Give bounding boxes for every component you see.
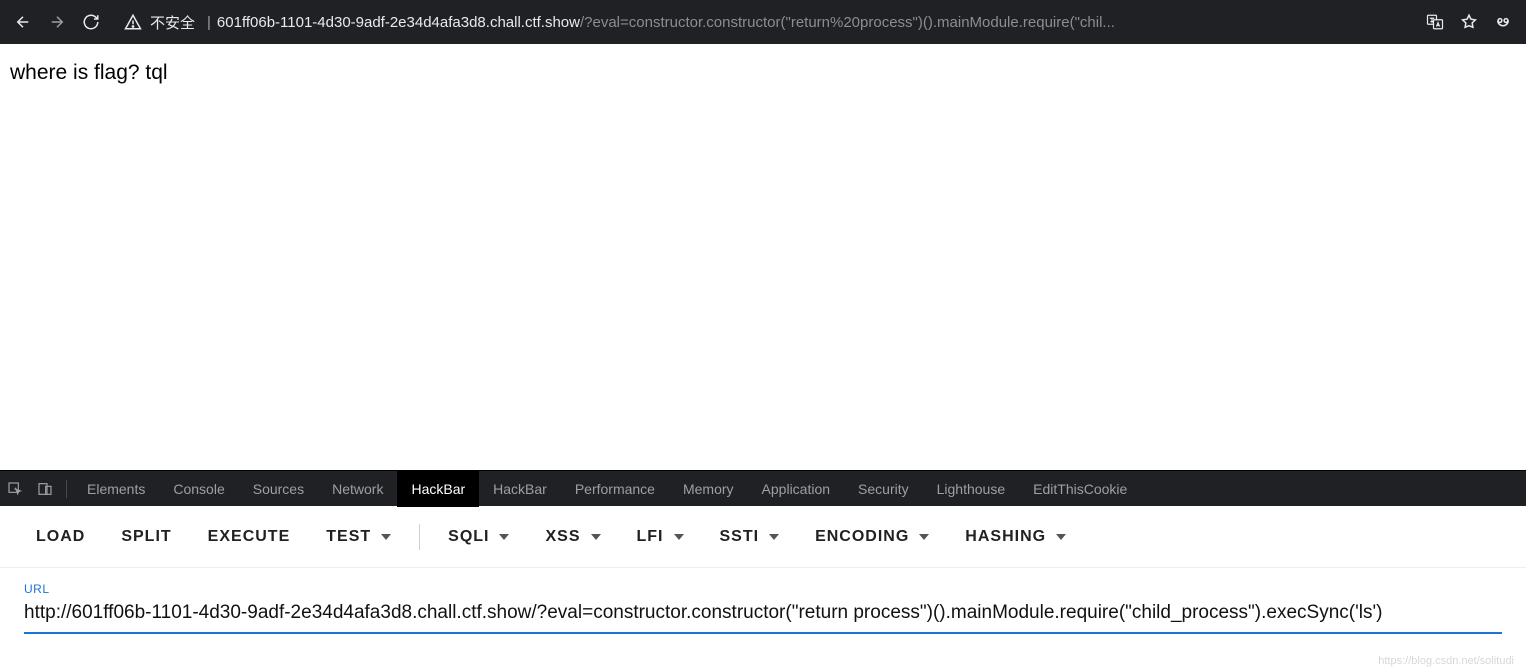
address-bar[interactable]: 不安全 | 601ff06b-1101-4d30-9adf-2e34d4afa3… bbox=[114, 7, 1412, 37]
devtools-tab-memory[interactable]: Memory bbox=[669, 471, 748, 507]
chevron-down-icon bbox=[1056, 534, 1066, 540]
hackbar-split-button[interactable]: SPLIT bbox=[103, 518, 189, 556]
devtools-tab-security[interactable]: Security bbox=[844, 471, 923, 507]
address-separator: | bbox=[207, 14, 211, 31]
chevron-down-icon bbox=[499, 534, 509, 540]
hackbar-hashing-button[interactable]: HASHING bbox=[947, 518, 1084, 556]
bookmark-star-icon[interactable] bbox=[1452, 7, 1486, 37]
hackbar-url-label: URL bbox=[24, 582, 1502, 596]
translate-icon[interactable] bbox=[1418, 7, 1452, 37]
hackbar-xss-button[interactable]: XSS bbox=[527, 518, 618, 556]
devtools-tab-performance[interactable]: Performance bbox=[561, 471, 669, 507]
devtools-tab-lighthouse[interactable]: Lighthouse bbox=[923, 471, 1020, 507]
chevron-down-icon bbox=[769, 534, 779, 540]
devtools-tab-application[interactable]: Application bbox=[748, 471, 845, 507]
devtools-tab-editthiscookie[interactable]: EditThisCookie bbox=[1019, 471, 1141, 507]
hackbar-encoding-button[interactable]: ENCODING bbox=[797, 518, 947, 556]
hackbar-sqli-button[interactable]: SQLI bbox=[430, 518, 527, 556]
devtools-tabstrip: ElementsConsoleSourcesNetworkHackBarHack… bbox=[0, 470, 1526, 506]
devtools-tab-hackbar[interactable]: HackBar bbox=[479, 471, 561, 507]
address-path: /?eval=constructor.constructor("return%2… bbox=[580, 14, 1402, 31]
hackbar-url-input[interactable] bbox=[24, 596, 1502, 634]
address-host: 601ff06b-1101-4d30-9adf-2e34d4afa3d8.cha… bbox=[217, 14, 580, 31]
insecure-label: 不安全 bbox=[150, 12, 195, 33]
devtools-tab-hackbar[interactable]: HackBar bbox=[397, 471, 479, 507]
hackbar-test-button[interactable]: TEST bbox=[308, 518, 409, 556]
watermark-text: https://blog.csdn.net/solitudi bbox=[1378, 655, 1514, 667]
devtools-tab-console[interactable]: Console bbox=[159, 471, 238, 507]
hackbar-url-section: URL bbox=[0, 568, 1526, 634]
devtools-tab-network[interactable]: Network bbox=[318, 471, 397, 507]
hackbar-separator bbox=[419, 524, 420, 550]
insecure-warning-icon bbox=[124, 13, 142, 31]
devtools-divider bbox=[66, 480, 67, 498]
hackbar-toolbar: LOADSPLITEXECUTE TEST SQLIXSSLFISSTIENCO… bbox=[0, 506, 1526, 568]
device-toolbar-icon[interactable] bbox=[30, 471, 60, 507]
inspect-element-icon[interactable] bbox=[0, 471, 30, 507]
hackbar-load-button[interactable]: LOAD bbox=[18, 518, 103, 556]
page-body-text: where is flag? tql bbox=[10, 61, 168, 84]
chevron-down-icon bbox=[591, 534, 601, 540]
chevron-down-icon bbox=[919, 534, 929, 540]
back-button[interactable] bbox=[6, 5, 40, 39]
devtools-tab-sources[interactable]: Sources bbox=[239, 471, 318, 507]
browser-toolbar: 不安全 | 601ff06b-1101-4d30-9adf-2e34d4afa3… bbox=[0, 0, 1526, 44]
page-content: where is flag? tql bbox=[0, 44, 1526, 470]
hackbar-execute-button[interactable]: EXECUTE bbox=[190, 518, 309, 556]
forward-button[interactable] bbox=[40, 5, 74, 39]
hackbar-lfi-button[interactable]: LFI bbox=[619, 518, 702, 556]
hackbar-ssti-button[interactable]: SSTI bbox=[702, 518, 798, 556]
chevron-down-icon bbox=[674, 534, 684, 540]
devtools-tab-elements[interactable]: Elements bbox=[73, 471, 159, 507]
chevron-down-icon bbox=[381, 534, 391, 540]
reload-button[interactable] bbox=[74, 5, 108, 39]
extension-icon[interactable] bbox=[1486, 7, 1520, 37]
